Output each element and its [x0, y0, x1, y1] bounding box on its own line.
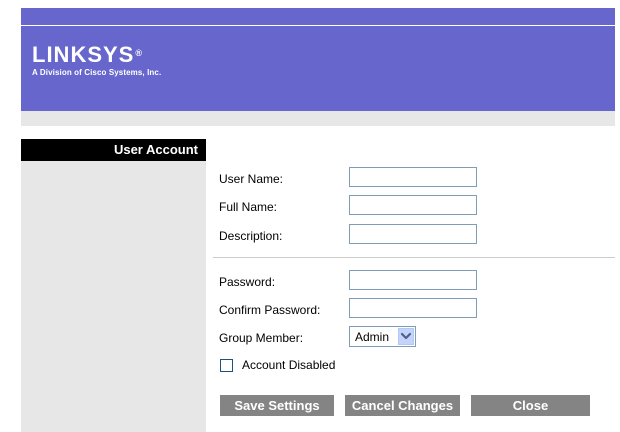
banner-divider: [21, 25, 615, 26]
full-name-input[interactable]: [349, 195, 477, 215]
form-divider: [213, 257, 615, 258]
top-strip: [21, 0, 615, 8]
account-disabled-label: Account Disabled: [242, 358, 336, 372]
description-label: Description:: [219, 229, 283, 243]
logo-wordmark: LINKSYS®: [32, 44, 161, 66]
logo-name: LINKSYS: [32, 42, 135, 67]
account-disabled-checkbox[interactable]: [220, 359, 233, 372]
registered-mark: ®: [135, 48, 143, 58]
linksys-logo: LINKSYS® A Division of Cisco Systems, In…: [32, 44, 162, 78]
group-member-select[interactable]: Admin: [349, 326, 416, 347]
user-name-input[interactable]: [349, 167, 477, 187]
group-member-label: Group Member:: [219, 331, 304, 345]
sidebar-title: User Account: [21, 139, 206, 161]
save-settings-button[interactable]: Save Settings: [220, 395, 334, 416]
close-button[interactable]: Close: [471, 395, 590, 416]
sidebar: [21, 139, 206, 432]
user-name-label: User Name:: [219, 172, 284, 186]
dropdown-arrow-button[interactable]: [398, 328, 414, 345]
confirm-password-input[interactable]: [349, 298, 477, 318]
confirm-password-label: Confirm Password:: [219, 303, 321, 317]
group-member-value: Admin: [355, 330, 390, 344]
full-name-label: Full Name:: [219, 200, 278, 214]
chevron-down-icon: [400, 332, 412, 340]
header-grey-band: [21, 111, 615, 126]
cancel-changes-button[interactable]: Cancel Changes: [345, 395, 460, 416]
password-label: Password:: [219, 275, 276, 289]
logo-tagline: A Division of Cisco Systems, Inc.: [32, 68, 162, 77]
header-banner: LINKSYS® A Division of Cisco Systems, In…: [21, 8, 615, 111]
password-input[interactable]: [349, 270, 477, 290]
description-input[interactable]: [349, 224, 477, 244]
